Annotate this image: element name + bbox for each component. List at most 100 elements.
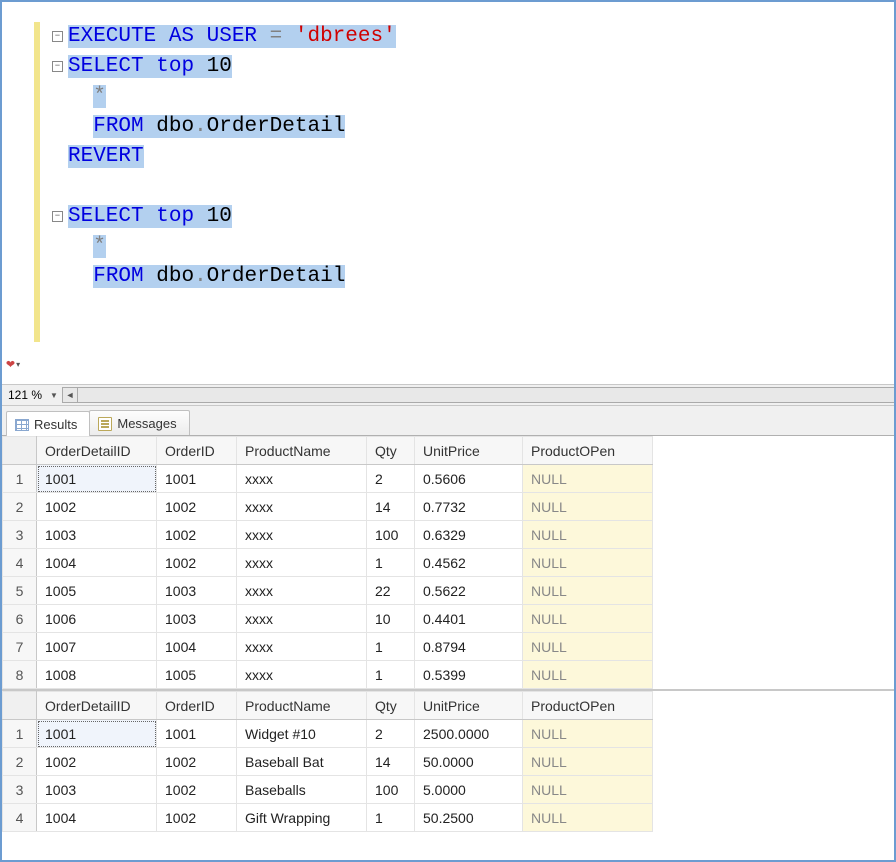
cell[interactable]: NULL	[523, 661, 653, 689]
row-number[interactable]: 8	[3, 661, 37, 689]
cell[interactable]: xxxx	[237, 465, 367, 493]
column-header[interactable]: ProductOPen	[523, 692, 653, 720]
row-number[interactable]: 2	[3, 748, 37, 776]
cell[interactable]: 0.5399	[415, 661, 523, 689]
cell[interactable]: 0.5622	[415, 577, 523, 605]
cell[interactable]: 5.0000	[415, 776, 523, 804]
row-number-header[interactable]	[3, 437, 37, 465]
cell[interactable]: 1003	[37, 521, 157, 549]
zoom-dropdown-icon[interactable]: ▼	[46, 391, 62, 400]
code-line[interactable]: FROM dbo.OrderDetail	[54, 112, 890, 142]
column-header[interactable]: Qty	[367, 692, 415, 720]
table-row[interactable]: 610061003xxxx100.4401NULL	[3, 605, 653, 633]
column-header[interactable]: OrderDetailID	[37, 437, 157, 465]
bookmark-indicator-icon[interactable]: ❤▾	[4, 356, 22, 372]
column-header[interactable]: OrderDetailID	[37, 692, 157, 720]
cell[interactable]: 1005	[157, 661, 237, 689]
cell[interactable]: Baseballs	[237, 776, 367, 804]
row-number[interactable]: 4	[3, 549, 37, 577]
code-line[interactable]	[54, 172, 890, 202]
cell[interactable]: 1001	[157, 720, 237, 748]
cell[interactable]: 2500.0000	[415, 720, 523, 748]
cell[interactable]: 1	[367, 633, 415, 661]
cell[interactable]: 0.6329	[415, 521, 523, 549]
cell[interactable]: 100	[367, 776, 415, 804]
cell[interactable]: 10	[367, 605, 415, 633]
code-line[interactable]: −SELECT top 10	[54, 202, 890, 232]
cell[interactable]: 1001	[37, 720, 157, 748]
tab-results[interactable]: Results	[6, 411, 90, 436]
cell[interactable]: 1008	[37, 661, 157, 689]
cell[interactable]: 22	[367, 577, 415, 605]
column-header[interactable]: OrderID	[157, 692, 237, 720]
fold-toggle-icon[interactable]: −	[52, 211, 63, 222]
hscroll-left-button[interactable]: ◄	[62, 387, 78, 403]
cell[interactable]: xxxx	[237, 605, 367, 633]
cell[interactable]: 50.2500	[415, 804, 523, 832]
column-header[interactable]: Qty	[367, 437, 415, 465]
cell[interactable]: 1007	[37, 633, 157, 661]
table-row[interactable]: 510051003xxxx220.5622NULL	[3, 577, 653, 605]
code-line[interactable]: *	[54, 82, 890, 112]
cell[interactable]: 1006	[37, 605, 157, 633]
cell[interactable]: xxxx	[237, 521, 367, 549]
results-table[interactable]: OrderDetailIDOrderIDProductNameQtyUnitPr…	[2, 436, 653, 689]
cell[interactable]: 0.7732	[415, 493, 523, 521]
fold-toggle-icon[interactable]: −	[52, 31, 63, 42]
cell[interactable]: NULL	[523, 465, 653, 493]
tab-messages[interactable]: Messages	[89, 410, 189, 435]
cell[interactable]: 0.4401	[415, 605, 523, 633]
column-header[interactable]: UnitPrice	[415, 437, 523, 465]
cell[interactable]: 1002	[157, 748, 237, 776]
cell[interactable]: Baseball Bat	[237, 748, 367, 776]
cell[interactable]: xxxx	[237, 577, 367, 605]
cell[interactable]: 1002	[157, 776, 237, 804]
cell[interactable]: 1005	[37, 577, 157, 605]
cell[interactable]: 1002	[37, 493, 157, 521]
cell[interactable]: 0.4562	[415, 549, 523, 577]
cell[interactable]: 0.8794	[415, 633, 523, 661]
cell[interactable]: NULL	[523, 493, 653, 521]
cell[interactable]: 1003	[157, 577, 237, 605]
cell[interactable]: xxxx	[237, 661, 367, 689]
cell[interactable]: 14	[367, 493, 415, 521]
table-row[interactable]: 410041002Gift Wrapping150.2500NULL	[3, 804, 653, 832]
column-header[interactable]: UnitPrice	[415, 692, 523, 720]
cell[interactable]: xxxx	[237, 633, 367, 661]
row-number[interactable]: 3	[3, 776, 37, 804]
row-number[interactable]: 6	[3, 605, 37, 633]
cell[interactable]: 2	[367, 720, 415, 748]
cell[interactable]: 14	[367, 748, 415, 776]
table-row[interactable]: 310031002Baseballs1005.0000NULL	[3, 776, 653, 804]
cell[interactable]: 50.0000	[415, 748, 523, 776]
table-row[interactable]: 810081005xxxx10.5399NULL	[3, 661, 653, 689]
table-row[interactable]: 310031002xxxx1000.6329NULL	[3, 521, 653, 549]
cell[interactable]: xxxx	[237, 493, 367, 521]
cell[interactable]: 1	[367, 661, 415, 689]
cell[interactable]: Widget #10	[237, 720, 367, 748]
fold-toggle-icon[interactable]: −	[52, 61, 63, 72]
cell[interactable]: 1004	[37, 804, 157, 832]
code-line[interactable]: FROM dbo.OrderDetail	[54, 262, 890, 292]
cell[interactable]: 1003	[37, 776, 157, 804]
cell[interactable]: NULL	[523, 521, 653, 549]
cell[interactable]: NULL	[523, 748, 653, 776]
code-area[interactable]: −EXECUTE AS USER = 'dbrees'−SELECT top 1…	[46, 2, 894, 384]
column-header[interactable]: ProductOPen	[523, 437, 653, 465]
row-number[interactable]: 4	[3, 804, 37, 832]
cell[interactable]: 1004	[157, 633, 237, 661]
cell[interactable]: NULL	[523, 549, 653, 577]
cell[interactable]: 100	[367, 521, 415, 549]
cell[interactable]: 1003	[157, 605, 237, 633]
cell[interactable]: 1002	[37, 748, 157, 776]
table-row[interactable]: 210021002xxxx140.7732NULL	[3, 493, 653, 521]
cell[interactable]: NULL	[523, 776, 653, 804]
cell[interactable]: 1	[367, 549, 415, 577]
table-row[interactable]: 210021002Baseball Bat1450.0000NULL	[3, 748, 653, 776]
cell[interactable]: Gift Wrapping	[237, 804, 367, 832]
row-number[interactable]: 1	[3, 720, 37, 748]
results-table[interactable]: OrderDetailIDOrderIDProductNameQtyUnitPr…	[2, 691, 653, 832]
cell[interactable]: 1001	[157, 465, 237, 493]
zoom-level[interactable]: 121 %	[4, 388, 46, 402]
code-line[interactable]: REVERT	[54, 142, 890, 172]
